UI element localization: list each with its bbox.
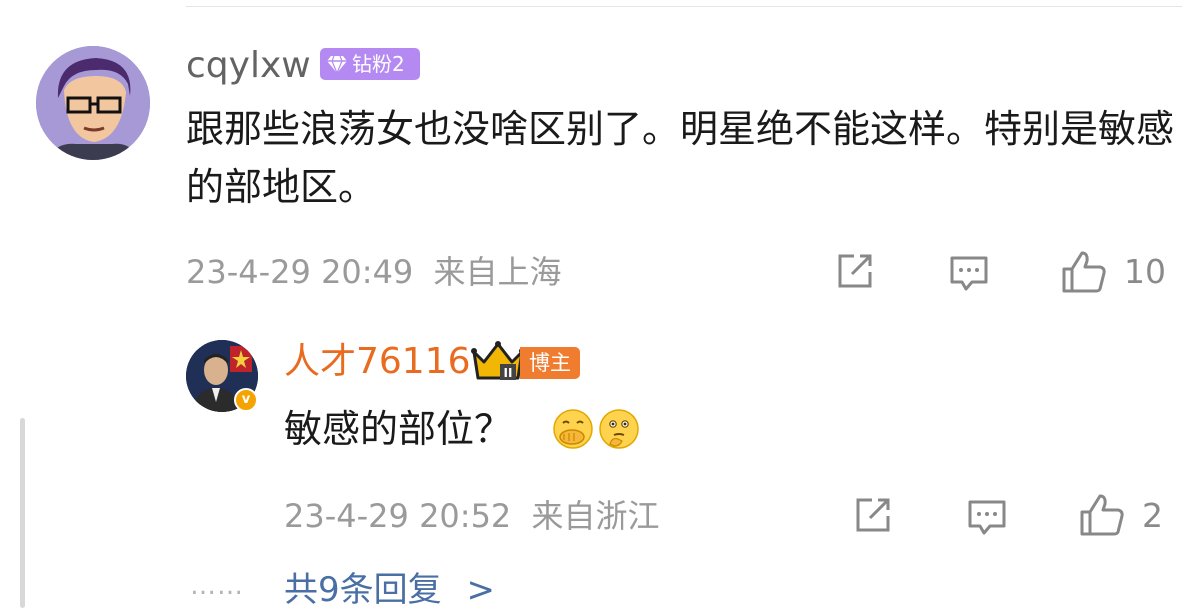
reply-text: 敏感的部位？ <box>284 407 513 451</box>
verified-badge-icon: v <box>234 388 258 412</box>
comment-text: 跟那些浪荡女也没啥区别了。明星绝不能这样。特别是敏感的部地区。 <box>186 107 1175 209</box>
comment-location: 来自上海 <box>433 253 562 291</box>
fan-badge-label: 钻粉2 <box>352 52 405 76</box>
diamond-icon <box>327 55 347 75</box>
reply-like-count: 2 <box>1142 496 1163 535</box>
avatar-cartoon-image <box>36 46 150 160</box>
comment-icon[interactable] <box>948 252 990 294</box>
reply-timestamp: 23-4-29 20:52 <box>284 497 512 535</box>
crown-icon: II <box>471 341 525 380</box>
chevron-right-icon: > <box>466 570 495 610</box>
reply-share-icon[interactable] <box>852 494 894 536</box>
comment-meta: 23-4-29 20:49 来自上海 <box>186 252 561 292</box>
comment-username[interactable]: cqylxw <box>186 44 311 88</box>
avatar[interactable] <box>36 46 150 160</box>
reply-comment-icon[interactable] <box>966 496 1008 538</box>
covering-mouth-emoji-icon <box>553 409 593 449</box>
like-icon[interactable] <box>1060 249 1108 295</box>
comment-timestamp: 23-4-29 20:49 <box>186 253 414 291</box>
reply-meta: 23-4-29 20:52 来自浙江 <box>284 496 659 536</box>
thread-indicator-line <box>20 418 25 608</box>
more-replies-label: 共9条回复 <box>284 570 442 610</box>
blogger-badge[interactable]: 博主 <box>520 347 580 379</box>
like-count: 10 <box>1124 252 1166 291</box>
more-replies-dots: …… <box>190 571 244 601</box>
reply-username[interactable]: 人才76116 <box>284 340 471 384</box>
reply-like-icon[interactable] <box>1078 492 1126 538</box>
top-divider <box>186 6 1182 7</box>
reply-location: 来自浙江 <box>531 497 660 535</box>
fan-level-badge[interactable]: 钻粉2 <box>320 48 420 80</box>
thinking-emoji-icon <box>599 409 639 449</box>
crown-level-badge[interactable]: II <box>470 340 526 382</box>
crown-level: II <box>504 366 513 380</box>
share-icon[interactable] <box>834 250 876 292</box>
view-more-replies-link[interactable]: 共9条回复 > <box>284 566 495 614</box>
